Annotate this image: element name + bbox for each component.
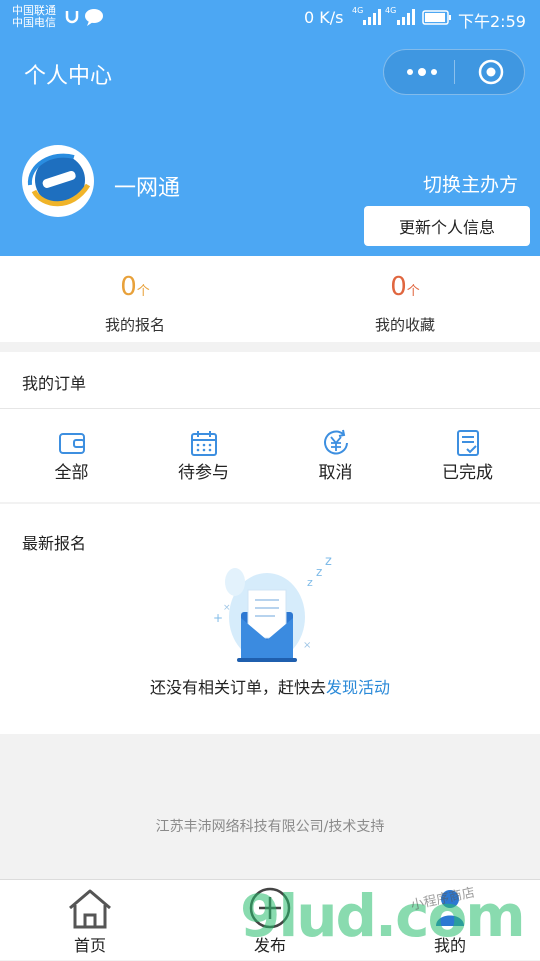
footer-credit: 江苏丰沛网络科技有限公司/技术支持 <box>155 819 385 835</box>
order-tab-pending[interactable]: 待参与 <box>136 424 271 494</box>
divider <box>0 408 540 409</box>
page-title: 个人中心 <box>24 64 113 89</box>
empty-state-message: 还没有相关订单，赶快去发现活动 <box>0 674 540 698</box>
empty-state-text: 还没有相关订单，赶快去 <box>149 678 326 697</box>
empty-state-illustration-icon: z z z + × × <box>213 554 332 662</box>
watermark: 9lud.com 小程序商店 <box>240 868 540 960</box>
svg-text:z: z <box>307 576 313 589</box>
logo-icon <box>24 147 92 215</box>
order-tab-cancelled-label: 取消 <box>318 463 353 483</box>
chat-bubble-icon <box>85 9 103 26</box>
notification-icon <box>65 11 79 24</box>
close-target-icon[interactable] <box>478 59 504 85</box>
capsule-divider <box>454 60 455 84</box>
watermark-brand: 9lud.com <box>240 882 526 950</box>
clock: 下午2:59 <box>458 12 526 31</box>
switch-organizer-button[interactable]: 切换主办方 <box>423 170 518 197</box>
my-registrations[interactable]: 0个 我的报名 <box>0 256 270 342</box>
carrier-info: 中国联通 中国电信 <box>12 5 56 29</box>
order-tab-completed[interactable]: 已完成 <box>400 424 535 494</box>
discover-activities-link[interactable]: 发现活动 <box>326 678 390 697</box>
svg-text:×: × <box>223 603 231 613</box>
order-tab-pending-label: 待参与 <box>178 463 229 483</box>
network-type-2: 4G <box>385 6 397 15</box>
order-tab-cancelled[interactable]: 取消 <box>268 424 403 494</box>
order-tab-all-label: 全部 <box>54 463 89 483</box>
checklist-icon <box>456 430 479 456</box>
favorites-count: 0个 <box>390 272 420 302</box>
battery-icon <box>422 10 451 25</box>
wallet-icon <box>58 433 85 454</box>
network-speed: 0 K/s <box>304 8 344 27</box>
stats-panel: 0个 我的报名 0个 我的收藏 <box>0 256 540 342</box>
orders-panel: 我的订单 全部 待参与 取消 已完成 <box>0 352 540 502</box>
tab-home[interactable]: 首页 <box>0 880 180 961</box>
more-icon[interactable] <box>404 65 440 79</box>
latest-registrations-panel: 最新报名 z z z + × × 还没有相关订单，赶快去发现活动 <box>0 504 540 734</box>
registrations-count: 0个 <box>120 272 150 302</box>
update-profile-button[interactable]: 更新个人信息 <box>364 206 530 246</box>
favorites-label: 我的收藏 <box>374 316 435 334</box>
svg-text:×: × <box>303 640 311 651</box>
avatar[interactable] <box>22 145 94 217</box>
svg-text:+: + <box>213 611 223 625</box>
latest-title: 最新报名 <box>22 534 87 553</box>
svg-text:z: z <box>325 554 332 569</box>
order-tab-all[interactable]: 全部 <box>4 424 139 494</box>
refund-icon <box>323 429 348 455</box>
svg-text:z: z <box>316 565 322 579</box>
my-favorites[interactable]: 0个 我的收藏 <box>270 256 540 342</box>
home-icon <box>69 889 111 929</box>
registrations-label: 我的报名 <box>104 316 165 334</box>
username: 一网通 <box>114 176 181 201</box>
orders-title: 我的订单 <box>22 374 87 393</box>
signal-2-icon <box>397 9 415 25</box>
order-tab-completed-label: 已完成 <box>442 463 493 483</box>
tab-home-label: 首页 <box>73 936 106 955</box>
mini-program-capsule <box>383 49 525 95</box>
signal-icon <box>363 9 381 25</box>
calendar-icon <box>190 431 217 456</box>
carrier-2: 中国电信 <box>12 16 56 29</box>
